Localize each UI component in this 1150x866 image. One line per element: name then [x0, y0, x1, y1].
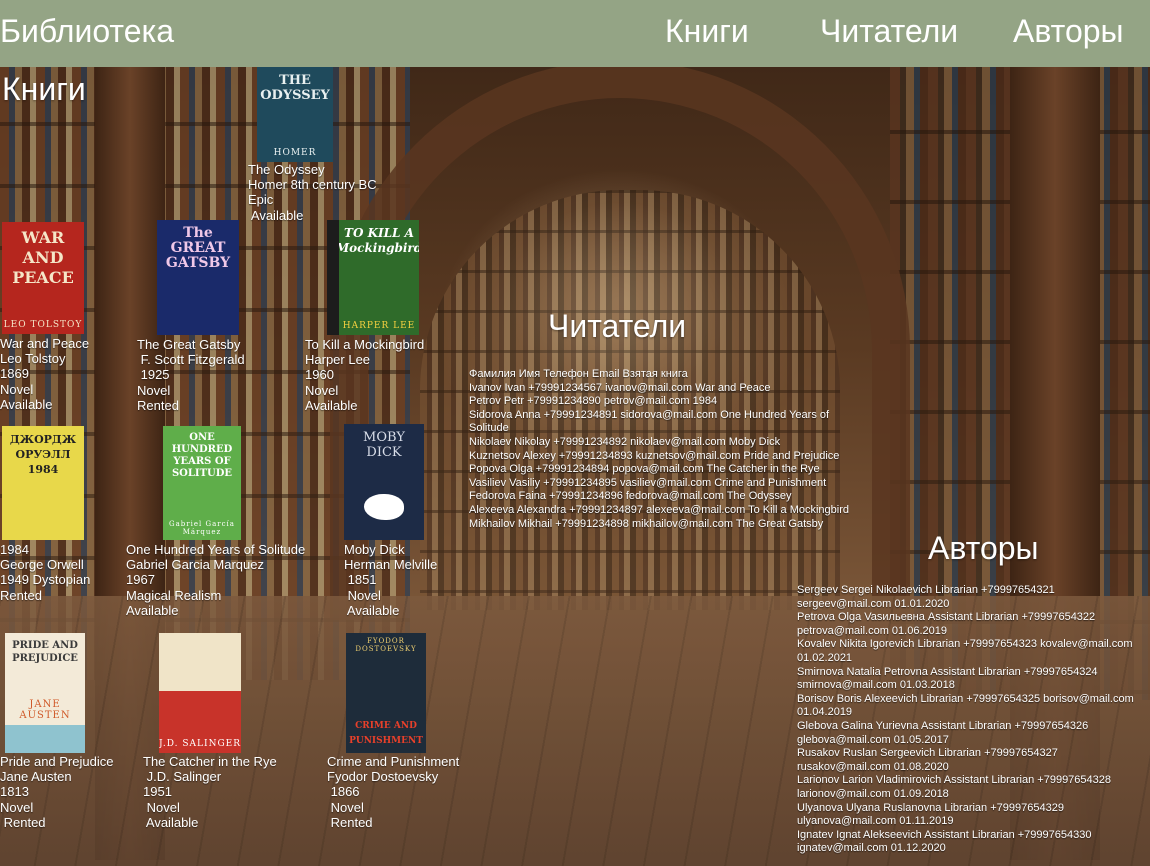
book-title: Pride and Prejudice	[0, 754, 114, 769]
book-year: 1813	[0, 784, 29, 800]
reader-row: Alexeeva Alexandra +79991234897 alexeeva…	[469, 503, 849, 516]
book-cover[interactable]: THE CATCHER IN THE RYE J.D. SALINGER	[159, 633, 241, 753]
book-genre: Novel	[305, 382, 339, 398]
book-title: The Catcher in the Rye	[143, 754, 277, 769]
book-title: Moby Dick	[344, 542, 405, 557]
book-year: 1951	[143, 784, 172, 800]
book-cover[interactable]: TO KILL A Mockingbird HARPER LEE	[327, 220, 419, 335]
whale-icon	[364, 494, 404, 520]
author-row: Petrova Olga Vasильевна Assistant Librar…	[797, 611, 1096, 637]
book-card[interactable]: ONE HUNDRED YEARS OF SOLITUDE Gabriel Ga…	[126, 426, 305, 618]
authors-section-title: Авторы	[928, 530, 1039, 566]
book-author: Jane Austen	[0, 769, 72, 785]
authors-list: Sergeev Sergei Nikolaevich Librarian +79…	[797, 584, 1142, 856]
reader-row: Kuznetsov Alexey +79991234893 kuznetsov@…	[469, 449, 840, 462]
reader-row: Vasiliev Vasiliy +79991234895 vasiliev@m…	[469, 476, 827, 489]
readers-list: Фамилия Имя Телефон Email Взятая книга I…	[469, 368, 849, 531]
book-author: Herman Melville	[344, 557, 438, 573]
author-row: Borisov Boris Alexeevich Librarian +7999…	[797, 692, 1134, 719]
book-genre: Novel	[143, 799, 180, 815]
author-row: Smirnova Natalia Petrovna Assistant Libr…	[797, 665, 1098, 692]
book-year: 1851	[344, 572, 377, 588]
book-status: Available	[305, 397, 358, 413]
book-card[interactable]: WAR AND PEACE LEO TOLSTOY War and Peace …	[0, 222, 89, 412]
book-status: Rented	[0, 814, 46, 830]
book-card[interactable]: ДЖОРДЖ ОРУЭЛЛ 1984 1984 George Orwell 19…	[0, 426, 90, 603]
book-card[interactable]: FYODOR DOSTOEVSKY CRIME AND PUNISHMENT C…	[327, 633, 459, 830]
book-year: 1967	[126, 572, 155, 588]
book-cover[interactable]: THE ODYSSEY HOMER	[257, 67, 333, 162]
author-row: Rusakov Ruslan Sergeevich Librarian +799…	[797, 747, 1058, 773]
reader-row: Ivanov Ivan +79991234567 ivanov@mail.com…	[469, 381, 771, 394]
author-row: Sergeev Sergei Nikolaevich Librarian +79…	[797, 584, 1055, 610]
author-row: Glebova Galina Yurievna Assistant Librar…	[797, 719, 1089, 746]
book-cover[interactable]: PRIDE AND PREJUDICE JANE AUSTEN	[5, 633, 85, 753]
book-year: 1925	[137, 367, 170, 383]
reader-row: Petrov Petr +79991234890 petrov@mail.com…	[469, 395, 718, 408]
reader-row: Fedorova Faina +79991234896 fedorova@mai…	[469, 490, 792, 503]
book-card[interactable]: The GREAT GATSBY The Great Gatsby F. Sco…	[137, 220, 245, 413]
author-row: Ulyanova Ulyana Ruslanovna Librarian +79…	[797, 801, 1064, 828]
book-genre: Novel	[344, 587, 381, 603]
book-status: Available	[126, 602, 179, 618]
book-author: Harper Lee	[305, 352, 371, 368]
book-author: Homer 8th century BC	[248, 177, 377, 193]
brand-title[interactable]: Библиотека	[0, 12, 174, 50]
book-author: Leo Tolstoy	[0, 351, 66, 367]
book-genre: Magical Realism	[126, 587, 222, 603]
book-cover[interactable]: MOBY DICK	[344, 424, 424, 540]
book-author: J.D. Salinger	[143, 769, 222, 785]
book-genre: Novel	[0, 799, 34, 815]
reader-row: Nikolaev Nikolay +79991234892 nikolaev@m…	[469, 435, 781, 448]
author-row: Ignatev Ignat Alekseevich Assistant Libr…	[797, 828, 1092, 855]
book-author: Fyodor Dostoevsky	[327, 769, 439, 785]
readers-section-title: Читатели	[548, 308, 687, 344]
author-row: Larionov Larion Vladimirovich Assistant …	[797, 774, 1112, 800]
book-genre: Novel	[137, 382, 171, 398]
book-card[interactable]: MOBY DICK Moby Dick Herman Melville 1851…	[344, 424, 437, 618]
book-cover[interactable]: The GREAT GATSBY	[157, 220, 239, 335]
book-status: Rented	[137, 397, 179, 413]
books-section-title: Книги	[2, 71, 86, 107]
reader-row: Mikhailov Mikhail +79991234898 mikhailov…	[469, 517, 824, 530]
book-card[interactable]: THE ODYSSEY HOMER The Odyssey Homer 8th …	[248, 67, 377, 223]
book-genre: Epic	[248, 192, 274, 208]
book-year-genre: 1949 Dystopian	[0, 572, 91, 588]
book-cover[interactable]: ONE HUNDRED YEARS OF SOLITUDE Gabriel Ga…	[163, 426, 241, 540]
book-author: Gabriel Garcia Marquez	[126, 557, 264, 573]
book-year: 1869	[0, 366, 29, 382]
reader-row: Sidorova Anna +79991234891 sidorova@mail…	[469, 408, 830, 435]
book-card[interactable]: THE CATCHER IN THE RYE J.D. SALINGER The…	[143, 633, 277, 830]
top-navbar: Библиотека Книги Читатели Авторы	[0, 0, 1150, 67]
book-title: Crime and Punishment	[327, 754, 460, 769]
book-status: Rented	[327, 814, 373, 830]
book-card[interactable]: TO KILL A Mockingbird HARPER LEE To Kill…	[305, 220, 424, 413]
readers-header-row: Фамилия Имя Телефон Email Взятая книга	[469, 368, 688, 380]
book-title: To Kill a Mockingbird	[305, 337, 425, 352]
book-author: F. Scott Fitzgerald	[137, 352, 245, 368]
book-cover[interactable]: FYODOR DOSTOEVSKY CRIME AND PUNISHMENT	[346, 633, 426, 753]
book-genre: Novel	[327, 799, 364, 815]
book-status: Available	[0, 396, 53, 412]
book-card[interactable]: PRIDE AND PREJUDICE JANE AUSTEN Pride an…	[0, 633, 113, 830]
book-title: The Odyssey	[248, 162, 325, 177]
book-year: 1960	[305, 367, 334, 383]
book-status: Available	[344, 602, 400, 618]
author-row: Kovalev Nikita Igorevich Librarian +7999…	[797, 638, 1133, 664]
nav-books[interactable]: Книги	[665, 12, 749, 50]
book-cover[interactable]: WAR AND PEACE LEO TOLSTOY	[2, 222, 84, 334]
book-status: Available	[143, 814, 199, 830]
book-year: 1866	[327, 784, 360, 800]
nav-readers[interactable]: Читатели	[820, 12, 958, 50]
book-status: Rented	[0, 587, 42, 603]
book-title: One Hundred Years of Solitude	[126, 542, 306, 557]
nav-authors[interactable]: Авторы	[1013, 12, 1124, 50]
book-cover[interactable]: ДЖОРДЖ ОРУЭЛЛ 1984	[2, 426, 84, 540]
book-title: 1984	[0, 542, 29, 557]
book-author: George Orwell	[0, 557, 84, 573]
book-title: War and Peace	[0, 336, 90, 351]
reader-row: Popova Olga +79991234894 popova@mail.com…	[469, 463, 820, 476]
book-genre: Novel	[0, 381, 34, 397]
book-title: The Great Gatsby	[137, 337, 241, 352]
